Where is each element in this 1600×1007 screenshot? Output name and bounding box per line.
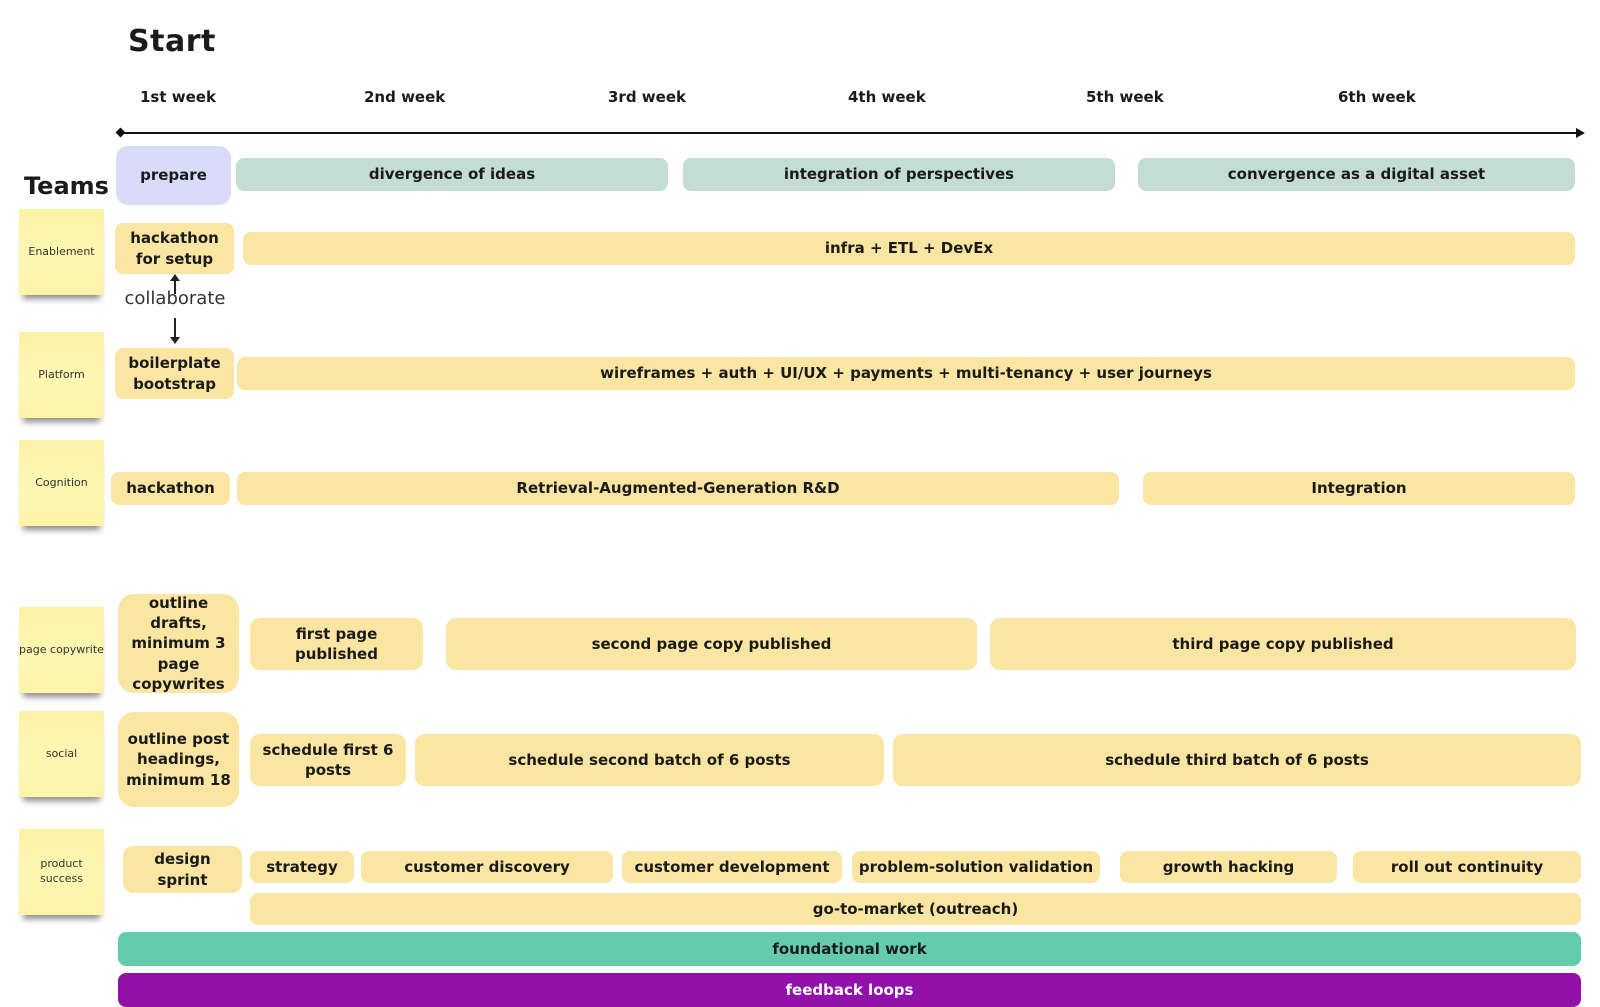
task-third-page-published[interactable]: third page copy published <box>990 618 1576 670</box>
timeline-arrow-icon <box>1576 128 1585 138</box>
task-infra-etl-devex[interactable]: infra + ETL + DevEx <box>243 232 1575 265</box>
task-roll-out-continuity[interactable]: roll out continuity <box>1353 851 1581 883</box>
phase-convergence[interactable]: convergence as a digital asset <box>1138 158 1575 191</box>
task-boilerplate-bootstrap[interactable]: boilerplate bootstrap <box>115 348 234 399</box>
page-title: Start <box>128 24 216 59</box>
task-schedule-first-posts[interactable]: schedule first 6 posts <box>250 734 406 786</box>
task-hackathon-for-setup[interactable]: hackathon for setup <box>115 223 234 274</box>
task-problem-solution-validation[interactable]: problem-solution validation <box>852 851 1100 883</box>
timeline-start-marker <box>115 127 126 138</box>
timeline-axis <box>120 132 1582 134</box>
team-sticky-social: social <box>19 711 104 797</box>
phase-divergence[interactable]: divergence of ideas <box>236 158 668 191</box>
collaborate-label: collaborate <box>124 288 226 309</box>
task-second-page-published[interactable]: second page copy published <box>446 618 977 670</box>
task-rag-rnd[interactable]: Retrieval-Augmented-Generation R&D <box>237 472 1119 505</box>
team-sticky-cognition: Cognition <box>19 440 104 526</box>
team-sticky-page-copywrite: page copywrite <box>19 607 104 693</box>
arrow-down-icon <box>170 337 180 344</box>
task-platform-features[interactable]: wireframes + auth + UI/UX + payments + m… <box>237 357 1575 390</box>
collaborate-arrow-down-line <box>174 318 176 339</box>
team-sticky-enablement: Enablement <box>19 209 104 295</box>
foundational-work-bar[interactable]: foundational work <box>118 932 1581 966</box>
task-hackathon[interactable]: hackathon <box>111 472 230 505</box>
task-outline-drafts[interactable]: outline drafts, minimum 3 page copywrite… <box>118 594 239 693</box>
task-go-to-market[interactable]: go-to-market (outreach) <box>250 893 1581 925</box>
week-label: 4th week <box>848 88 926 106</box>
phase-integration[interactable]: integration of perspectives <box>683 158 1115 191</box>
task-first-page-published[interactable]: first page published <box>250 618 423 670</box>
teams-heading: Teams <box>24 172 109 200</box>
week-label: 2nd week <box>364 88 446 106</box>
task-design-sprint[interactable]: design sprint <box>123 846 242 893</box>
week-label: 6th week <box>1338 88 1416 106</box>
task-growth-hacking[interactable]: growth hacking <box>1120 851 1337 883</box>
feedback-loops-bar[interactable]: feedback loops <box>118 973 1581 1007</box>
task-schedule-third-batch[interactable]: schedule third batch of 6 posts <box>893 734 1581 786</box>
task-strategy[interactable]: strategy <box>250 851 354 883</box>
phase-prepare[interactable]: prepare <box>116 146 231 205</box>
arrow-up-icon <box>170 274 180 281</box>
week-label: 3rd week <box>608 88 686 106</box>
team-sticky-platform: Platform <box>19 332 104 418</box>
week-label: 1st week <box>140 88 216 106</box>
task-integration[interactable]: Integration <box>1143 472 1575 505</box>
team-sticky-product-success: product success <box>19 829 104 915</box>
task-customer-development[interactable]: customer development <box>622 851 842 883</box>
task-outline-post-headings[interactable]: outline post headings, minimum 18 <box>118 712 239 807</box>
task-customer-discovery[interactable]: customer discovery <box>361 851 613 883</box>
week-label: 5th week <box>1086 88 1164 106</box>
task-schedule-second-batch[interactable]: schedule second batch of 6 posts <box>415 734 884 786</box>
